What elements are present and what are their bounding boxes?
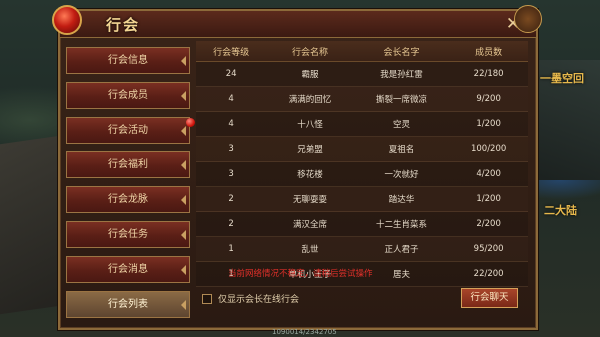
network-warning-text: 当前网络情况不稳定，请稍后尝试操作 [228, 269, 373, 279]
sidebar-item-label: 行会信息 [108, 55, 148, 66]
cell-leader: 一次就好 [353, 161, 450, 187]
table-row[interactable]: 2 满汉全席 十二生肖菜系 2/200 [196, 211, 528, 237]
cell-level: 2 [196, 211, 267, 237]
guild-table: 行会等级 行会名称 会长名字 成员数 24 霸服 我是孙红雷 22/180 4 满满的回忆… [196, 41, 528, 287]
table-row[interactable]: 4 十八怪 空灵 1/200 [196, 111, 528, 137]
cell-leader: 撕裂一席微凉 [353, 86, 450, 112]
cell-members: 22/180 [449, 61, 528, 87]
cell-guild-name: 十八怪 [266, 111, 354, 137]
panel-title: 行会 [106, 16, 141, 34]
table-row[interactable]: 3 兄弟盟 夏祖名 100/200 [196, 136, 528, 162]
cell-guild-name: 无聊耍耍 [266, 186, 354, 212]
cell-level: 4 [196, 86, 267, 112]
cell-leader: 夏祖名 [353, 136, 450, 162]
online-leader-checkbox[interactable] [202, 293, 212, 304]
sidebar-item-label: 行会消息 [108, 263, 148, 275]
table-body: 24 霸服 我是孙红雷 22/180 4 满满的回忆 撕裂一席微凉 9/200 4 十八怪 空灵 1/… [196, 61, 528, 287]
sidebar-item-guild-welfare[interactable]: 行会福利 [66, 151, 190, 179]
sidebar-item-guild-members[interactable]: 行会成员 [66, 81, 190, 109]
table-row[interactable]: 4 满满的回忆 撕裂一席微凉 9/200 [196, 86, 528, 112]
cell-guild-name: 霸服 [266, 61, 354, 87]
sidebar-item-label: 行会任务 [108, 228, 148, 240]
cell-level: 3 [196, 161, 267, 187]
cell-members: 95/200 [449, 236, 528, 262]
cell-members: 2/200 [449, 211, 528, 237]
cell-members: 100/200 [449, 136, 528, 162]
cell-members: 9/200 [449, 86, 528, 112]
orb-icon [52, 5, 82, 35]
table-header-row: 行会等级 行会名称 会长名字 成员数 [196, 41, 528, 62]
sidebar-item-guild-tasks[interactable]: 行会任务 [66, 220, 190, 248]
table-row[interactable]: 3 移花楼 一次就好 4/200 [196, 161, 528, 187]
cell-leader: 空灵 [353, 111, 450, 137]
ornament-icon [514, 5, 542, 33]
cell-leader: 正人君子 [353, 236, 450, 262]
cell-guild-name: 移花楼 [266, 161, 354, 187]
column-header-members: 成员数 [449, 41, 528, 62]
title-bar: 行会 ✕ [52, 5, 542, 38]
guild-chat-button[interactable]: 行会聊天 [461, 288, 518, 308]
coordinates-readout: 1090014/2342705 [272, 328, 337, 336]
table-row[interactable]: 2 无聊耍耍 踏达华 1/200 [196, 186, 528, 212]
sidebar-item-label: 行会福利 [108, 159, 148, 171]
cell-guild-name: 兄弟盟 [266, 136, 354, 162]
sidebar-item-guild-messages[interactable]: 行会消息 [66, 255, 190, 283]
cell-guild-name: 满满的回忆 [266, 86, 354, 112]
sidebar-item-guild-info[interactable]: 行会信息 [66, 47, 190, 74]
table-row[interactable]: 1 乱世 正人君子 95/200 [196, 236, 528, 262]
guild-list-table: 行会等级 行会名称 会长名字 成员数 24 霸服 我是孙红雷 22/180 4 满满的回忆… [196, 41, 528, 289]
guild-sidebar: 行会信息 行会成员 行会活动 行会福利 行会龙脉 行会任务 行会消息 行会列表 [66, 47, 195, 325]
scene-label: 二大陆 [544, 204, 577, 217]
cell-members: 1/200 [449, 111, 528, 137]
sidebar-item-label: 行会活动 [108, 124, 148, 136]
cell-level: 2 [196, 186, 267, 212]
cell-level: 24 [196, 61, 267, 87]
online-filter-label: 仅显示会长在线行会 [218, 295, 300, 305]
cell-level: 3 [196, 136, 267, 162]
sidebar-item-guild-activities[interactable]: 行会活动 [66, 116, 195, 144]
cell-leader: 踏达华 [353, 186, 450, 212]
column-header-leader: 会长名字 [353, 41, 450, 62]
cell-members: 22/200 [449, 261, 528, 287]
cell-level: 4 [196, 111, 267, 137]
cell-guild-name: 乱世 [266, 236, 354, 262]
column-header-level: 行会等级 [196, 41, 267, 62]
sidebar-item-label: 行会列表 [108, 298, 148, 310]
sidebar-item-label: 行会成员 [108, 89, 148, 101]
cell-leader: 我是孙红雷 [353, 61, 450, 87]
cell-guild-name: 满汉全席 [266, 211, 354, 237]
sidebar-item-guild-list[interactable]: 行会列表 [66, 290, 190, 318]
online-filter: 仅显示会长在线行会 [202, 292, 299, 305]
sidebar-item-guild-dragon-vein[interactable]: 行会龙脉 [66, 186, 190, 214]
cell-leader: 十二生肖菜系 [353, 211, 450, 237]
column-header-name: 行会名称 [266, 41, 354, 62]
notification-dot-icon [186, 117, 195, 127]
cell-level: 1 [196, 236, 267, 262]
building-roof [0, 135, 60, 315]
cell-members: 1/200 [449, 186, 528, 212]
sidebar-item-label: 行会龙脉 [108, 194, 148, 206]
scene-label: 一墨空回 [540, 72, 584, 85]
table-row[interactable]: 24 霸服 我是孙红雷 22/180 [196, 61, 528, 87]
cell-members: 4/200 [449, 161, 528, 187]
